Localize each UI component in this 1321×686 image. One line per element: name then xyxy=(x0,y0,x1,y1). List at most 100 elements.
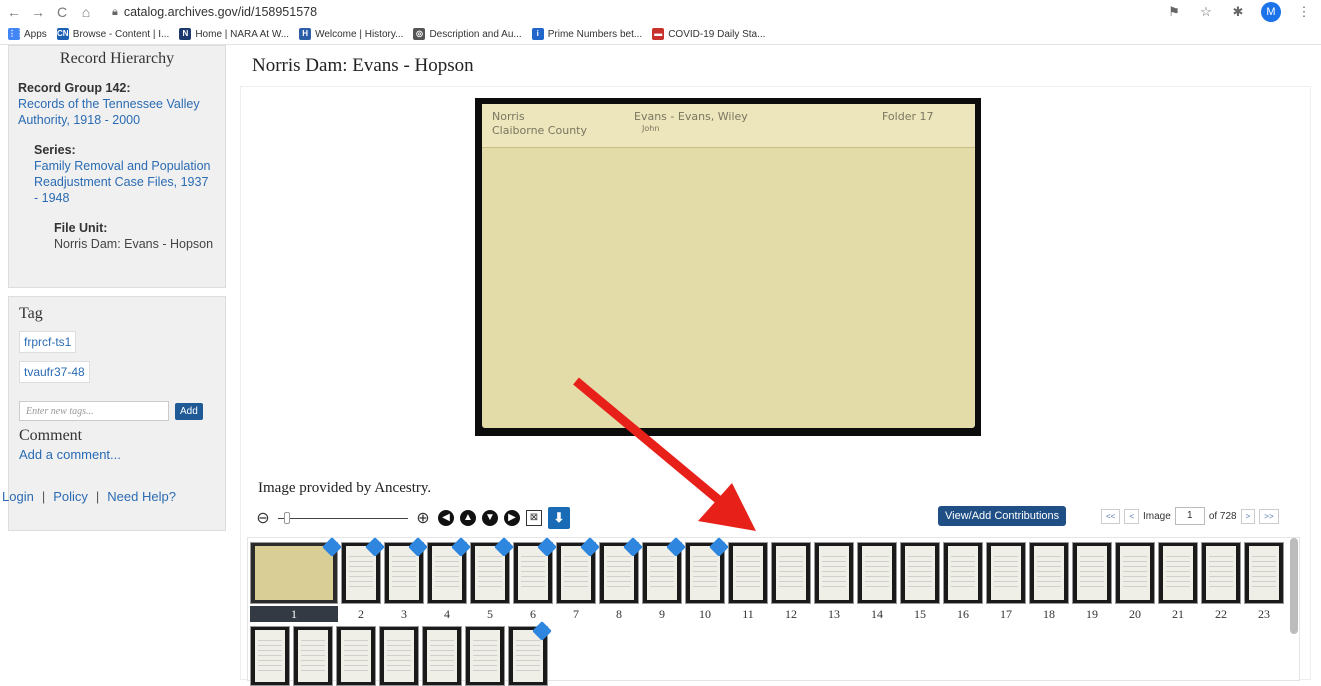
thumbnail[interactable]: 13 xyxy=(814,542,854,622)
thumbnail-image[interactable] xyxy=(857,542,897,604)
thumbnail-image[interactable] xyxy=(642,537,686,604)
thumbnail[interactable]: 19 xyxy=(1072,542,1112,622)
thumbnail[interactable]: 8 xyxy=(599,537,643,622)
thumbnail-image[interactable] xyxy=(1115,542,1155,604)
bookmark-item[interactable]: H Welcome | History... xyxy=(299,28,403,40)
new-tag-input[interactable]: Enter new tags... xyxy=(19,401,169,421)
thumbnail[interactable]: 21 xyxy=(1158,542,1198,622)
bookmark-item[interactable]: N Home | NARA At W... xyxy=(179,28,289,40)
thumbnail-image[interactable] xyxy=(250,537,342,604)
address-bar[interactable]: catalog.archives.gov/id/158951578 xyxy=(124,5,317,19)
profile-avatar[interactable]: M xyxy=(1261,2,1281,22)
thumbnail[interactable]: 11 xyxy=(728,542,768,622)
reload-icon[interactable]: C xyxy=(52,4,72,20)
thumbnail-image[interactable] xyxy=(422,626,462,686)
thumbnail[interactable]: 10 xyxy=(685,537,729,622)
thumbnail[interactable] xyxy=(465,626,505,686)
thumbnail-image[interactable] xyxy=(1072,542,1112,604)
home-icon[interactable]: ⌂ xyxy=(76,4,96,20)
translate-icon[interactable]: ⚑ xyxy=(1165,3,1183,21)
thumbnail-image[interactable] xyxy=(513,537,557,604)
thumbnail[interactable]: 18 xyxy=(1029,542,1069,622)
thumbnail[interactable] xyxy=(508,621,552,686)
thumbnail-image[interactable] xyxy=(599,537,643,604)
need-help-link[interactable]: Need Help? xyxy=(107,489,176,504)
zoom-handle[interactable] xyxy=(284,512,290,524)
arrow-down-icon[interactable]: ▼ xyxy=(482,510,498,526)
thumbnail-image[interactable] xyxy=(508,621,552,686)
tag-chip[interactable]: tvaufr37-48 xyxy=(19,361,90,383)
thumbnail[interactable]: 9 xyxy=(642,537,686,622)
thumbnail-image[interactable] xyxy=(293,626,333,686)
login-link[interactable]: Login xyxy=(2,489,34,504)
download-icon[interactable]: ⬇ xyxy=(548,507,570,529)
thumbnail-image[interactable] xyxy=(1158,542,1198,604)
star-icon[interactable]: ☆ xyxy=(1197,3,1215,21)
thumbnail[interactable]: 1 xyxy=(250,537,342,622)
thumbnail-image[interactable] xyxy=(900,542,940,604)
tag-chip[interactable]: frprcf-ts1 xyxy=(19,331,77,353)
series-link[interactable]: Family Removal and Population Readjustme… xyxy=(34,158,215,206)
thumbnail-image[interactable] xyxy=(384,537,428,604)
arrow-up-icon[interactable]: ▲ xyxy=(460,510,476,526)
extensions-icon[interactable]: ✱ xyxy=(1229,3,1247,21)
prev-page-button[interactable]: < xyxy=(1124,508,1140,524)
thumbnail-image[interactable] xyxy=(1244,542,1284,604)
zoom-slider[interactable] xyxy=(278,510,408,526)
thumbnail[interactable]: 6 xyxy=(513,537,557,622)
thumbnail[interactable]: 14 xyxy=(857,542,897,622)
scrollbar-thumb[interactable] xyxy=(1290,538,1298,634)
forward-icon[interactable]: → xyxy=(28,4,48,20)
view-add-contributions-button[interactable]: View/Add Contributions xyxy=(938,506,1067,526)
bookmark-item[interactable]: ▬ COVID-19 Daily Sta... xyxy=(652,28,765,40)
thumbnail-image[interactable] xyxy=(465,626,505,686)
add-comment-link[interactable]: Add a comment... xyxy=(19,447,215,462)
image-number-input[interactable]: 1 xyxy=(1174,507,1205,525)
thumbnail-scrollbar[interactable] xyxy=(1290,538,1298,682)
thumbnail[interactable]: 17 xyxy=(986,542,1026,622)
thumbnail-image[interactable] xyxy=(943,542,983,604)
zoom-in-icon[interactable]: ⊕ xyxy=(414,508,432,528)
last-page-button[interactable]: >> xyxy=(1259,508,1279,524)
thumbnail[interactable] xyxy=(250,626,290,686)
thumbnail[interactable] xyxy=(379,626,419,686)
thumbnail-image[interactable] xyxy=(470,537,514,604)
thumbnail[interactable]: 12 xyxy=(771,542,811,622)
thumbnail[interactable]: 20 xyxy=(1115,542,1155,622)
thumbnail-image[interactable] xyxy=(341,537,385,604)
thumbnail-image[interactable] xyxy=(1201,542,1241,604)
thumbnail-image[interactable] xyxy=(1029,542,1069,604)
thumbnail-image[interactable] xyxy=(986,542,1026,604)
thumbnail[interactable] xyxy=(336,626,376,686)
thumbnail-image[interactable] xyxy=(685,537,729,604)
thumbnail-image[interactable] xyxy=(728,542,768,604)
next-page-button[interactable]: > xyxy=(1240,508,1256,524)
record-group-link[interactable]: Records of the Tennessee Valley Authorit… xyxy=(18,96,215,128)
add-tag-button[interactable]: Add xyxy=(175,402,203,420)
thumbnail-image[interactable] xyxy=(427,537,471,604)
rotate-right-icon[interactable]: ▶ xyxy=(504,510,520,526)
bookmark-item[interactable]: i Prime Numbers bet... xyxy=(531,28,642,40)
first-page-button[interactable]: << xyxy=(1101,508,1121,524)
thumbnail[interactable]: 2 xyxy=(341,537,385,622)
thumbnail[interactable]: 5 xyxy=(470,537,514,622)
fit-screen-icon[interactable]: ⊠ xyxy=(526,510,542,526)
thumbnail[interactable]: 23 xyxy=(1244,542,1284,622)
thumbnail[interactable]: 22 xyxy=(1201,542,1241,622)
thumbnail-image[interactable] xyxy=(771,542,811,604)
thumbnail[interactable]: 7 xyxy=(556,537,600,622)
thumbnail-image[interactable] xyxy=(379,626,419,686)
bookmark-item[interactable]: ⋮⋮ Apps xyxy=(8,28,47,40)
policy-link[interactable]: Policy xyxy=(53,489,88,504)
thumbnail[interactable]: 3 xyxy=(384,537,428,622)
bookmark-item[interactable]: ◎ Description and Au... xyxy=(413,28,522,40)
thumbnail-image[interactable] xyxy=(556,537,600,604)
bookmark-item[interactable]: CN Browse - Content | I... xyxy=(56,28,169,40)
rotate-left-icon[interactable]: ◀ xyxy=(438,510,454,526)
thumbnail-image[interactable] xyxy=(336,626,376,686)
thumbnail[interactable]: 16 xyxy=(943,542,983,622)
thumbnail-image[interactable] xyxy=(250,626,290,686)
back-icon[interactable]: ← xyxy=(4,4,24,20)
thumbnail[interactable]: 15 xyxy=(900,542,940,622)
zoom-out-icon[interactable]: ⊖ xyxy=(254,508,272,528)
